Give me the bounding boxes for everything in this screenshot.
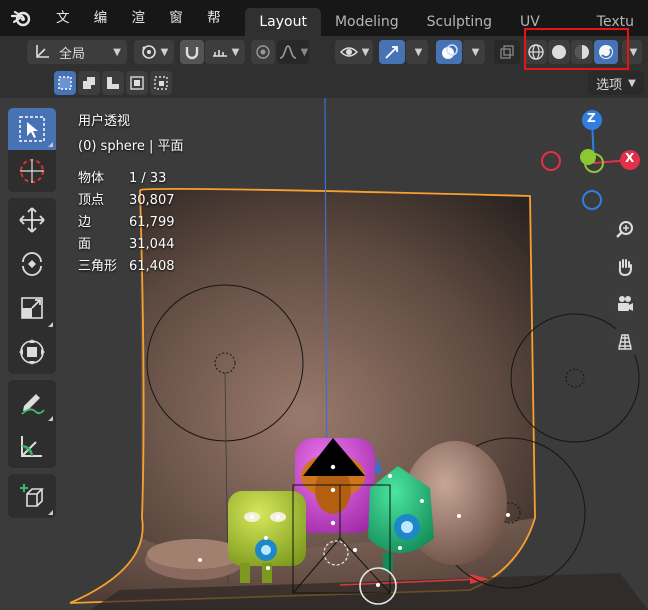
transform-orientation-dropdown[interactable]: 全局 ▼ bbox=[27, 40, 127, 64]
ruler-icon bbox=[21, 436, 42, 457]
magnet-icon bbox=[185, 47, 199, 60]
stats-row-vertices: 顶点 30,807 bbox=[78, 193, 175, 208]
shading-mode-highlight-box bbox=[524, 28, 629, 70]
stats-row-objects: 物体 1 / 33 bbox=[78, 171, 167, 186]
navigation-gizmo[interactable]: Z X bbox=[536, 110, 648, 220]
gizmo-x-label: X bbox=[625, 151, 635, 165]
snap-toggle[interactable] bbox=[180, 40, 204, 64]
menu-window[interactable]: 窗口 bbox=[159, 0, 197, 62]
snap-increment-icon bbox=[212, 50, 227, 57]
measure-tool[interactable] bbox=[8, 424, 56, 468]
proportional-edit-icon bbox=[256, 45, 270, 59]
pan-button[interactable] bbox=[609, 251, 641, 283]
rotate-tool[interactable] bbox=[8, 242, 56, 286]
hand-icon bbox=[618, 259, 632, 277]
visibility-dropdown[interactable]: ▼ bbox=[335, 40, 373, 64]
menu-edit[interactable]: 编辑 bbox=[84, 0, 122, 62]
select-invert-button[interactable] bbox=[126, 71, 148, 95]
snap-target-dropdown[interactable]: ▼ bbox=[205, 40, 245, 64]
select-subtract-button[interactable] bbox=[102, 71, 124, 95]
xray-icon bbox=[500, 45, 514, 59]
gizmo-toggle[interactable] bbox=[379, 40, 405, 64]
gizmo-z-label: Z bbox=[587, 111, 596, 125]
selection-mode-row: 选项 ▼ bbox=[0, 68, 648, 98]
chevron-down-icon: ▼ bbox=[361, 46, 370, 58]
rotate-icon bbox=[22, 252, 42, 276]
tool-shelf bbox=[8, 108, 56, 524]
overlays-icon bbox=[442, 44, 458, 59]
chevron-down-icon: ▼ bbox=[160, 46, 169, 58]
stats-row-edges: 边 61,799 bbox=[78, 215, 175, 230]
scale-icon bbox=[21, 297, 43, 319]
move-tool[interactable] bbox=[8, 198, 56, 242]
select-extend-icon bbox=[83, 77, 95, 89]
pencil-icon bbox=[21, 394, 45, 415]
chevron-down-icon: ▼ bbox=[300, 46, 309, 58]
scale-tool[interactable] bbox=[8, 286, 56, 330]
select-new-button[interactable] bbox=[54, 71, 76, 95]
stats-row-triangles: 三角形 61,408 bbox=[78, 259, 175, 274]
transform-axes-icon bbox=[36, 45, 49, 58]
chevron-down-icon: ▼ bbox=[231, 46, 240, 58]
pivot-icon bbox=[141, 45, 156, 59]
camera-icon bbox=[618, 296, 633, 311]
zoom-icon bbox=[616, 221, 633, 238]
select-invert-icon bbox=[130, 76, 144, 90]
stats-row-faces: 面 31,044 bbox=[78, 237, 175, 252]
annotate-tool[interactable] bbox=[8, 380, 56, 424]
menu-help[interactable]: 帮助 bbox=[197, 0, 235, 62]
overlays-dropdown[interactable]: ▼ bbox=[463, 40, 485, 64]
camera-view-button[interactable] bbox=[609, 288, 641, 320]
grid-icon bbox=[618, 334, 632, 350]
tab-modeling[interactable]: Modeling bbox=[321, 8, 413, 36]
transform-icon bbox=[19, 339, 45, 365]
chevron-down-icon: ▼ bbox=[628, 77, 636, 89]
gizmo-dropdown[interactable]: ▼ bbox=[406, 40, 428, 64]
add-cube-icon bbox=[20, 484, 44, 507]
overlays-toggle[interactable] bbox=[436, 40, 462, 64]
transform-orientation-label: 全局 bbox=[59, 46, 86, 62]
proportional-editing-toggle[interactable] bbox=[251, 40, 275, 64]
select-new-icon bbox=[58, 76, 72, 90]
blender-logo-icon[interactable] bbox=[10, 7, 32, 29]
eye-icon bbox=[339, 47, 358, 57]
xray-toggle[interactable] bbox=[494, 40, 520, 64]
options-dropdown[interactable]: 选项 ▼ bbox=[588, 71, 644, 95]
add-cube-tool[interactable] bbox=[8, 474, 56, 518]
chevron-down-icon: ▼ bbox=[471, 46, 480, 58]
proportional-falloff-dropdown[interactable]: ▼ bbox=[277, 40, 309, 64]
gizmo-arrow-icon bbox=[385, 46, 398, 59]
options-label: 选项 bbox=[596, 77, 623, 93]
select-cursor-icon bbox=[19, 116, 45, 142]
tab-layout[interactable]: Layout bbox=[245, 8, 321, 36]
select-extend-button[interactable] bbox=[78, 71, 100, 95]
falloff-curve-icon bbox=[279, 45, 296, 59]
perspective-toggle-button[interactable] bbox=[609, 326, 641, 358]
select-intersect-button[interactable] bbox=[150, 71, 172, 95]
chevron-down-icon: ▼ bbox=[113, 46, 121, 58]
pivot-point-dropdown[interactable]: ▼ bbox=[134, 40, 174, 64]
chevron-down-icon: ▼ bbox=[414, 46, 423, 58]
select-intersect-icon bbox=[154, 76, 168, 90]
select-subtract-icon bbox=[107, 77, 119, 89]
3d-cursor-icon bbox=[20, 159, 44, 183]
cursor-tool[interactable] bbox=[8, 150, 56, 192]
menu-file[interactable]: 文件 bbox=[46, 0, 84, 62]
menu-render[interactable]: 渲染 bbox=[122, 0, 160, 62]
view-name-label: 用户透视 bbox=[78, 114, 131, 129]
zoom-button[interactable] bbox=[609, 214, 641, 246]
viewport-stats-overlay: 用户透视 (0) sphere | 平面 物体 1 / 33 顶点 30,807 边… bbox=[78, 110, 184, 278]
chevron-down-icon: ▼ bbox=[629, 46, 638, 58]
active-object-label: (0) sphere | 平面 bbox=[78, 139, 184, 154]
transform-tool[interactable] bbox=[8, 330, 56, 374]
move-arrows-icon bbox=[19, 207, 45, 233]
tab-sculpting[interactable]: Sculpting bbox=[413, 8, 506, 36]
select-box-tool[interactable] bbox=[8, 108, 56, 150]
